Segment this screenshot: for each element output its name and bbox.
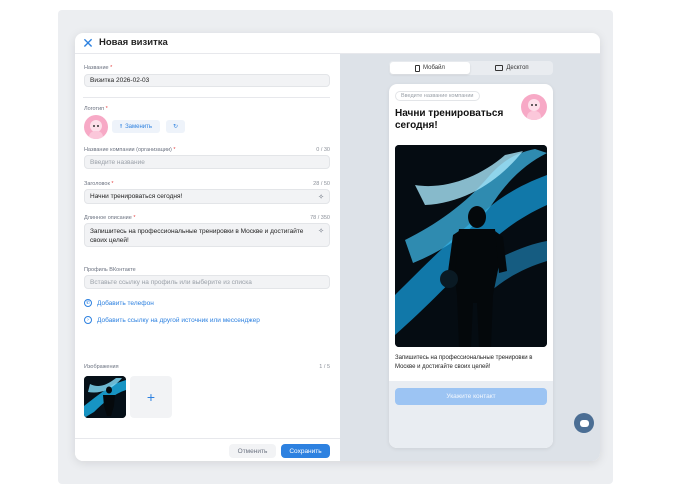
cancel-button[interactable]: Отменить bbox=[229, 444, 276, 458]
preview-panel: Мобайл Десктоп Введите название компании… bbox=[340, 54, 600, 461]
add-phone-link[interactable]: ✆ Добавить телефон bbox=[84, 299, 154, 307]
long-desc-counter: 78 / 350 bbox=[310, 215, 330, 221]
logo-avatar bbox=[84, 115, 108, 139]
magic-wand-icon[interactable]: ✧ bbox=[317, 228, 325, 236]
logo-label: Логотип * bbox=[84, 106, 108, 112]
preview-company-name: Введите название компании bbox=[395, 91, 480, 101]
heading-value: Начни тренироваться сегодня! bbox=[90, 193, 183, 200]
company-input[interactable]: Введите название bbox=[84, 155, 330, 169]
phone-icon: ✆ bbox=[84, 299, 92, 307]
modal-title: Новая визитка bbox=[99, 37, 168, 48]
preview-hero-image bbox=[395, 145, 547, 347]
add-phone-label: Добавить телефон bbox=[97, 299, 154, 307]
monitor-icon bbox=[495, 65, 504, 71]
heading-counter: 28 / 50 bbox=[313, 181, 330, 187]
tab-mobile[interactable]: Мобайл bbox=[390, 62, 470, 74]
preview-description: Запишитесь на профессиональные тренировк… bbox=[395, 355, 533, 370]
chat-button[interactable] bbox=[574, 413, 594, 433]
contact-button[interactable]: Укажите контакт bbox=[395, 388, 547, 405]
name-label: Название * bbox=[84, 65, 113, 71]
tab-desktop[interactable]: Десктоп bbox=[472, 62, 552, 74]
replace-logo-button[interactable]: ⭱ Заменить bbox=[112, 120, 160, 133]
form-panel: Название * Визитка 2026-02-03 Логотип * … bbox=[75, 54, 340, 461]
images-label: Изображения bbox=[84, 364, 119, 370]
name-field[interactable]: Визитка 2026-02-03 bbox=[84, 74, 330, 87]
magic-wand-icon[interactable]: ✧ bbox=[317, 194, 325, 202]
arrow-circle-icon: › bbox=[84, 316, 92, 324]
replace-logo-label: Заменить bbox=[125, 123, 153, 130]
chat-bubble-icon bbox=[579, 419, 589, 427]
preview-logo bbox=[521, 94, 547, 120]
company-label: Название компании (организации) * bbox=[84, 147, 176, 153]
add-link-link[interactable]: › Добавить ссылку на другой источник или… bbox=[84, 316, 260, 324]
divider bbox=[83, 97, 330, 98]
heading-input[interactable]: Начни тренироваться сегодня! ✧ bbox=[84, 189, 330, 204]
vk-profile-label: Профиль ВКонтакте bbox=[84, 267, 136, 273]
company-counter: 0 / 30 bbox=[316, 147, 330, 153]
close-icon[interactable]: ✕ bbox=[81, 36, 95, 50]
preview-title: Начни тренироваться сегодня! bbox=[395, 108, 504, 131]
upload-icon: ⭱ bbox=[119, 123, 123, 130]
add-image-button[interactable]: + bbox=[130, 376, 172, 418]
phone-icon bbox=[415, 64, 421, 72]
preview-mode-switch: Мобайл Десктоп bbox=[389, 61, 553, 75]
heading-label: Заголовок * bbox=[84, 181, 114, 187]
add-link-label: Добавить ссылку на другой источник или м… bbox=[97, 316, 260, 324]
tab-desktop-label: Десктоп bbox=[506, 65, 529, 71]
image-thumbnail[interactable] bbox=[84, 376, 126, 418]
new-card-modal: ✕ Новая визитка Название * Визитка 2026-… bbox=[75, 33, 600, 461]
refresh-icon[interactable]: ↻ bbox=[166, 120, 185, 133]
save-button[interactable]: Сохранить bbox=[281, 444, 330, 458]
long-desc-label: Длинное описание * bbox=[84, 215, 136, 221]
preview-footer: Укажите контакт bbox=[389, 381, 553, 448]
long-desc-textarea[interactable]: Запишитесь на профессиональные тренировк… bbox=[84, 223, 330, 247]
vk-profile-input[interactable]: Вставьте ссылку на профиль или выберите … bbox=[84, 275, 330, 289]
tab-mobile-label: Мобайл bbox=[423, 65, 445, 71]
mobile-preview-card: Введите название компании Начни трениров… bbox=[389, 84, 553, 448]
modal-header: ✕ Новая визитка bbox=[75, 33, 600, 54]
long-desc-value: Запишитесь на профессиональные тренировк… bbox=[90, 228, 304, 244]
images-counter: 1 / 5 bbox=[319, 364, 330, 370]
form-footer: Отменить Сохранить bbox=[75, 438, 340, 461]
